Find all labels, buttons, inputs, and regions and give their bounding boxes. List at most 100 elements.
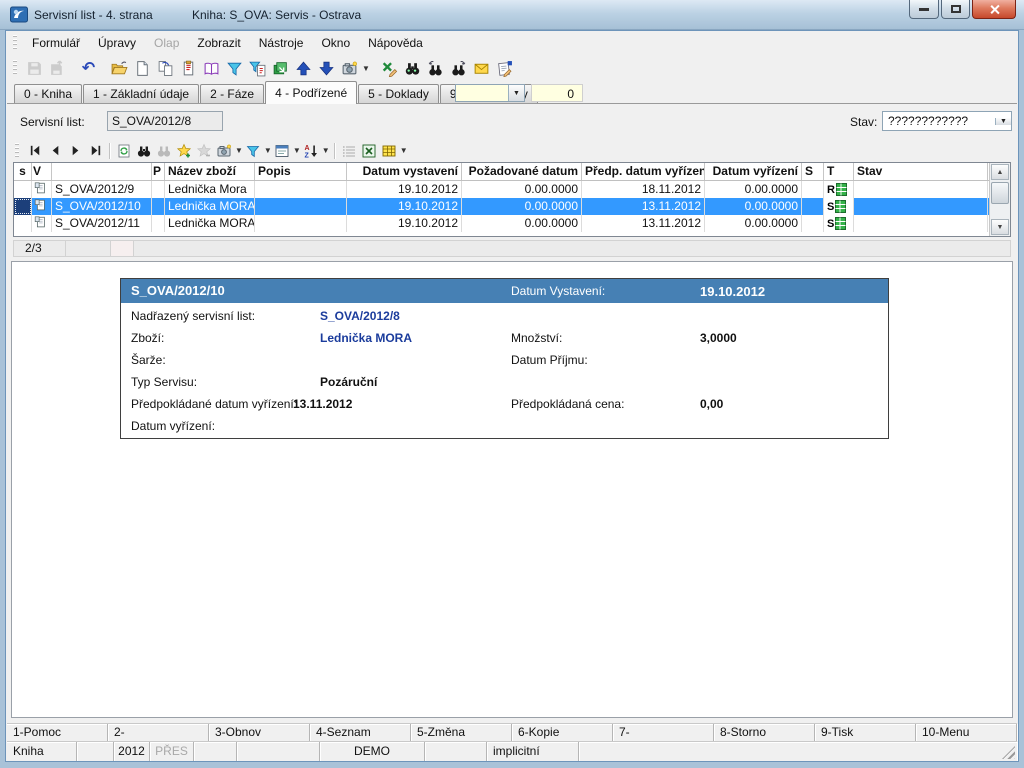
scroll-down-icon[interactable]: ▼ bbox=[991, 219, 1009, 235]
title-bar[interactable]: Servisní list - 4. strana Kniha: S_OVA: … bbox=[0, 0, 1024, 30]
scrollbar-thumb[interactable] bbox=[991, 182, 1009, 204]
menu-bar: Formulář Úpravy Olap Zobrazit Nástroje O… bbox=[7, 31, 1017, 55]
table-header-row[interactable]: s V P Název zboží Popis Datum vystavení … bbox=[14, 163, 1010, 181]
fkey-10-menu[interactable]: 10-Menu bbox=[916, 724, 1017, 741]
find-icon[interactable] bbox=[401, 57, 424, 79]
snapshot-icon[interactable] bbox=[214, 141, 234, 160]
menu-okno[interactable]: Okno bbox=[312, 33, 359, 53]
undo-icon[interactable]: ↶ bbox=[77, 57, 100, 79]
status-year: 2012 bbox=[114, 742, 150, 761]
tab-0-kniha[interactable]: 0 - Kniha bbox=[14, 84, 82, 103]
filter-icon[interactable] bbox=[243, 141, 263, 160]
col-header-predp-datum-vyrizeni[interactable]: Předp. datum vyřízení bbox=[582, 163, 705, 180]
move-up-icon[interactable] bbox=[292, 57, 315, 79]
col-header-t[interactable]: T bbox=[824, 163, 854, 180]
servisni-list-input[interactable] bbox=[107, 111, 223, 131]
menu-olap: Olap bbox=[145, 33, 188, 53]
form-view-icon[interactable] bbox=[272, 141, 292, 160]
edit-notes-icon[interactable] bbox=[493, 57, 516, 79]
table-scrollbar[interactable]: ▲ ▼ bbox=[989, 163, 1010, 236]
tab-2-faze[interactable]: 2 - Fáze bbox=[200, 84, 264, 103]
table-row[interactable]: S_OVA/2012/9 Lednička Mora 19.10.2012 0.… bbox=[14, 181, 1010, 198]
refresh-icon[interactable] bbox=[114, 141, 134, 160]
open-icon[interactable] bbox=[108, 57, 131, 79]
sort-az-icon[interactable]: AZ bbox=[301, 141, 321, 160]
copy-record-icon[interactable] bbox=[154, 57, 177, 79]
menu-zobrazit[interactable]: Zobrazit bbox=[188, 33, 249, 53]
sort-dropdown-icon[interactable]: ▼ bbox=[322, 146, 330, 155]
snapshot-dropdown-icon[interactable]: ▼ bbox=[235, 146, 243, 155]
col-header-stav[interactable]: Stav bbox=[854, 163, 988, 180]
col-header-p[interactable]: P bbox=[152, 163, 165, 180]
col-header-popis[interactable]: Popis bbox=[255, 163, 347, 180]
send-mail-icon[interactable] bbox=[470, 57, 493, 79]
quick-filter-combo[interactable]: ▼ bbox=[455, 84, 525, 102]
add-record-icon[interactable] bbox=[174, 141, 194, 160]
maximize-icon bbox=[951, 5, 961, 13]
menu-formular[interactable]: Formulář bbox=[23, 33, 89, 53]
col-header-datum-vystaveni[interactable]: Datum vystavení bbox=[347, 163, 462, 180]
refresh-data-icon[interactable] bbox=[269, 57, 292, 79]
stav-combo[interactable]: ???????????? ▼ bbox=[882, 111, 1012, 131]
menu-upravy[interactable]: Úpravy bbox=[89, 33, 145, 53]
table-view-dropdown-icon[interactable]: ▼ bbox=[400, 146, 408, 155]
scroll-up-icon[interactable]: ▲ bbox=[991, 164, 1009, 180]
close-button[interactable] bbox=[972, 0, 1016, 19]
chevron-down-icon[interactable]: ▼ bbox=[508, 85, 524, 101]
fkey-7[interactable]: 7- bbox=[613, 724, 714, 741]
find-previous-icon[interactable] bbox=[424, 57, 447, 79]
fkey-2[interactable]: 2- bbox=[108, 724, 209, 741]
filter-dropdown-icon[interactable]: ▼ bbox=[264, 146, 272, 155]
move-down-icon[interactable] bbox=[315, 57, 338, 79]
fkey-8-storno[interactable]: 8-Storno bbox=[714, 724, 815, 741]
tab-5-doklady[interactable]: 5 - Doklady bbox=[358, 84, 439, 103]
table-row[interactable]: S_OVA/2012/11 Lednička MORA 19.10.2012 0… bbox=[14, 215, 1010, 232]
table-row-selected[interactable]: S_OVA/2012/10 Lednička MORA 19.10.2012 0… bbox=[14, 198, 1010, 215]
green-grid-icon bbox=[836, 183, 847, 196]
previous-record-icon[interactable] bbox=[45, 141, 65, 160]
tab-4-podrizene[interactable]: 4 - Podřízené bbox=[265, 81, 357, 104]
col-header-nazev-zbozi[interactable]: Název zboží bbox=[165, 163, 255, 180]
col-header-datum-vyrizeni[interactable]: Datum vyřízení bbox=[705, 163, 802, 180]
first-record-icon[interactable] bbox=[25, 141, 45, 160]
col-header-v[interactable]: V bbox=[32, 163, 52, 180]
col-header-cislo[interactable] bbox=[52, 163, 152, 180]
snapshot-dropdown-icon[interactable]: ▼ bbox=[362, 64, 370, 73]
chevron-down-icon[interactable]: ▼ bbox=[995, 118, 1011, 125]
header-field-row: Servisní list: Stav: ???????????? ▼ bbox=[7, 104, 1017, 139]
menu-napoveda[interactable]: Nápověda bbox=[359, 33, 432, 53]
filter-document-icon[interactable] bbox=[246, 57, 269, 79]
fkey-6-kopie[interactable]: 6-Kopie bbox=[512, 724, 613, 741]
menu-nastroje[interactable]: Nástroje bbox=[250, 33, 313, 53]
paste-special-icon[interactable] bbox=[177, 57, 200, 79]
tab-1-zakladni-udaje[interactable]: 1 - Základní údaje bbox=[83, 84, 199, 103]
fkey-4-seznam[interactable]: 4-Seznam bbox=[310, 724, 411, 741]
last-record-icon[interactable] bbox=[85, 141, 105, 160]
fkey-5-zmena[interactable]: 5-Změna bbox=[411, 724, 512, 741]
form-view-dropdown-icon[interactable]: ▼ bbox=[293, 146, 301, 155]
next-record-icon[interactable] bbox=[65, 141, 85, 160]
find-next-icon bbox=[154, 141, 174, 160]
open-book-icon[interactable] bbox=[200, 57, 223, 79]
svg-text:A: A bbox=[304, 145, 309, 152]
save-and-close-icon bbox=[46, 57, 69, 79]
filter-icon[interactable] bbox=[223, 57, 246, 79]
fkey-1-pomoc[interactable]: 1-Pomoc bbox=[7, 724, 108, 741]
export-excel-icon[interactable] bbox=[359, 141, 379, 160]
fkey-9-tisk[interactable]: 9-Tisk bbox=[815, 724, 916, 741]
fkey-3-obnov[interactable]: 3-Obnov bbox=[209, 724, 310, 741]
col-header-s2[interactable]: S bbox=[802, 163, 824, 180]
col-header-pozadovane-datum[interactable]: Požadované datum bbox=[462, 163, 582, 180]
minimize-button[interactable] bbox=[909, 0, 939, 19]
find-icon[interactable] bbox=[134, 141, 154, 160]
record-count-field[interactable]: 0 bbox=[531, 84, 583, 102]
detail-row: Zboží: Lednička MORA Množství: 3,0000 bbox=[121, 331, 888, 347]
col-header-s[interactable]: s bbox=[14, 163, 32, 180]
window-title: Servisní list - 4. strana bbox=[34, 8, 153, 22]
edit-in-excel-icon[interactable] bbox=[378, 57, 401, 79]
maximize-button[interactable] bbox=[941, 0, 970, 19]
snapshot-icon[interactable] bbox=[338, 57, 361, 79]
find-next-icon[interactable] bbox=[447, 57, 470, 79]
new-record-icon[interactable] bbox=[131, 57, 154, 79]
table-view-icon[interactable] bbox=[379, 141, 399, 160]
